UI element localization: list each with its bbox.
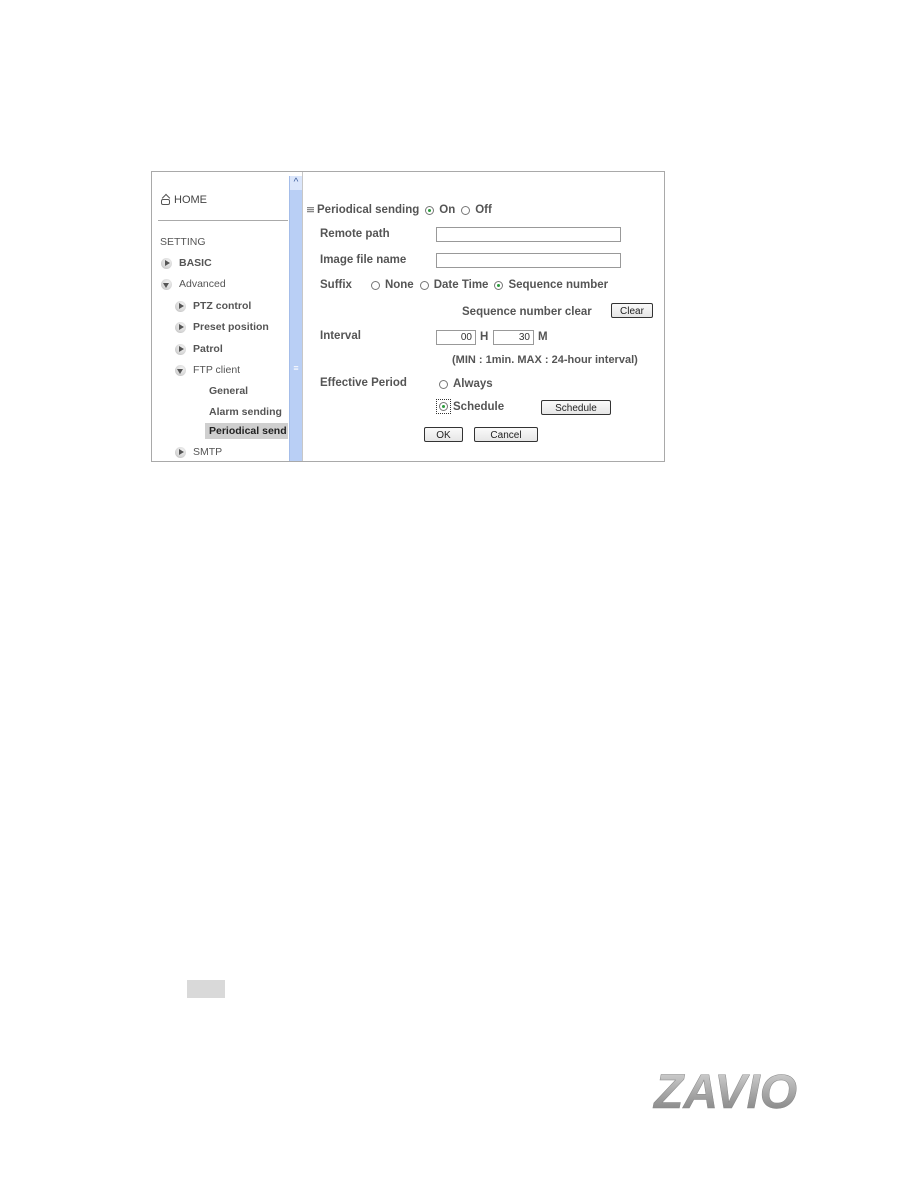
sidebar-item-patrol[interactable]: Patrol (175, 343, 223, 355)
expand-arrow-icon (161, 257, 172, 269)
effective-period-label: Effective Period (320, 377, 407, 389)
sidebar-item-basic[interactable]: BASIC (161, 257, 212, 269)
interval-note: (MIN : 1min. MAX : 24-hour interval) (452, 354, 638, 366)
sidebar-scrollbar[interactable]: ^ ≡ (289, 176, 302, 461)
home-link[interactable]: HOME (160, 194, 207, 206)
suffix-row: Suffix None Date Time Sequence number (320, 279, 608, 291)
off-radio[interactable] (461, 205, 471, 215)
image-file-name-label: Image file name (320, 254, 407, 266)
suffix-none-radio[interactable] (370, 280, 380, 290)
interval-minutes-input[interactable]: 30 (493, 330, 534, 345)
cancel-button[interactable]: Cancel (474, 427, 538, 442)
sidebar-item-ftp-client[interactable]: FTP client (175, 364, 240, 376)
on-radio[interactable] (425, 205, 435, 215)
minutes-unit: M (538, 331, 548, 343)
logo-text: ZAVIO (652, 1066, 797, 1117)
remote-path-label: Remote path (320, 228, 390, 240)
sidebar: HOME SETTING BASIC Advanced PTZ control … (152, 172, 288, 461)
schedule-radio[interactable] (439, 402, 448, 411)
sidebar-item-alarm-sending[interactable]: Alarm sending (209, 406, 282, 418)
always-label: Always (453, 378, 493, 390)
sidebar-divider (158, 220, 288, 221)
schedule-option: Schedule (436, 399, 505, 414)
panel-divider (302, 172, 303, 461)
suffix-sequence-number-radio[interactable] (494, 280, 504, 290)
sidebar-item-label: Preset position (193, 321, 269, 333)
setting-heading: SETTING (160, 236, 206, 248)
home-icon (160, 195, 171, 206)
section-title: Periodical sending (317, 204, 420, 216)
expand-arrow-icon (175, 300, 186, 312)
sidebar-item-preset-position[interactable]: Preset position (175, 321, 269, 333)
off-label: Off (475, 204, 492, 216)
clear-button[interactable]: Clear (611, 303, 653, 318)
remote-path-input[interactable] (436, 227, 621, 242)
expand-arrow-icon (175, 321, 186, 333)
settings-screenshot: HOME SETTING BASIC Advanced PTZ control … (151, 171, 665, 462)
sidebar-item-label: BASIC (179, 257, 212, 269)
sidebar-item-smtp[interactable]: SMTP (175, 446, 222, 458)
suffix-label: Suffix (320, 279, 352, 291)
expand-arrow-icon (175, 343, 186, 355)
zavio-logo: ZAVIO (652, 1066, 797, 1117)
hours-unit: H (480, 331, 489, 343)
collapse-arrow-icon (175, 364, 186, 376)
scroll-grip-icon[interactable]: ≡ (292, 363, 300, 373)
schedule-radio-focus[interactable] (436, 399, 451, 414)
sidebar-item-label: FTP client (193, 364, 241, 376)
ok-button[interactable]: OK (424, 427, 463, 442)
sidebar-item-label: Advanced (179, 278, 226, 290)
collapse-arrow-icon (161, 278, 172, 290)
gray-marker (187, 980, 225, 998)
sidebar-item-label: Patrol (193, 343, 223, 355)
interval-label: Interval (320, 330, 361, 342)
sequence-number-clear-label: Sequence number clear (462, 306, 592, 318)
periodical-sending-form: Periodical sending On Off Remote path Im… (305, 172, 665, 461)
always-radio[interactable] (439, 379, 448, 389)
periodical-sending-row: Periodical sending On Off (307, 204, 492, 216)
sidebar-item-advanced[interactable]: Advanced (161, 278, 226, 290)
on-label: On (439, 204, 456, 216)
scroll-up-arrow-icon[interactable]: ^ (290, 176, 302, 190)
interval-hours-input[interactable]: 00 (436, 330, 476, 345)
sidebar-item-label: SMTP (193, 446, 223, 458)
always-option: Always (433, 378, 493, 390)
sidebar-item-ptz-control[interactable]: PTZ control (175, 300, 251, 312)
suffix-none-label: None (384, 279, 414, 291)
image-file-name-input[interactable] (436, 253, 621, 268)
suffix-sequence-number-label: Sequence number (508, 279, 609, 291)
section-bullet-icon (307, 207, 314, 213)
schedule-button[interactable]: Schedule (541, 400, 611, 415)
sidebar-item-general[interactable]: General (209, 385, 248, 397)
suffix-date-time-label: Date Time (433, 279, 489, 291)
home-label: HOME (174, 194, 207, 206)
schedule-label: Schedule (453, 400, 505, 413)
sidebar-item-periodical-sending[interactable]: Periodical send (205, 423, 288, 439)
sidebar-item-label: PTZ control (193, 300, 252, 312)
suffix-date-time-radio[interactable] (419, 280, 429, 290)
expand-arrow-icon (175, 446, 186, 458)
